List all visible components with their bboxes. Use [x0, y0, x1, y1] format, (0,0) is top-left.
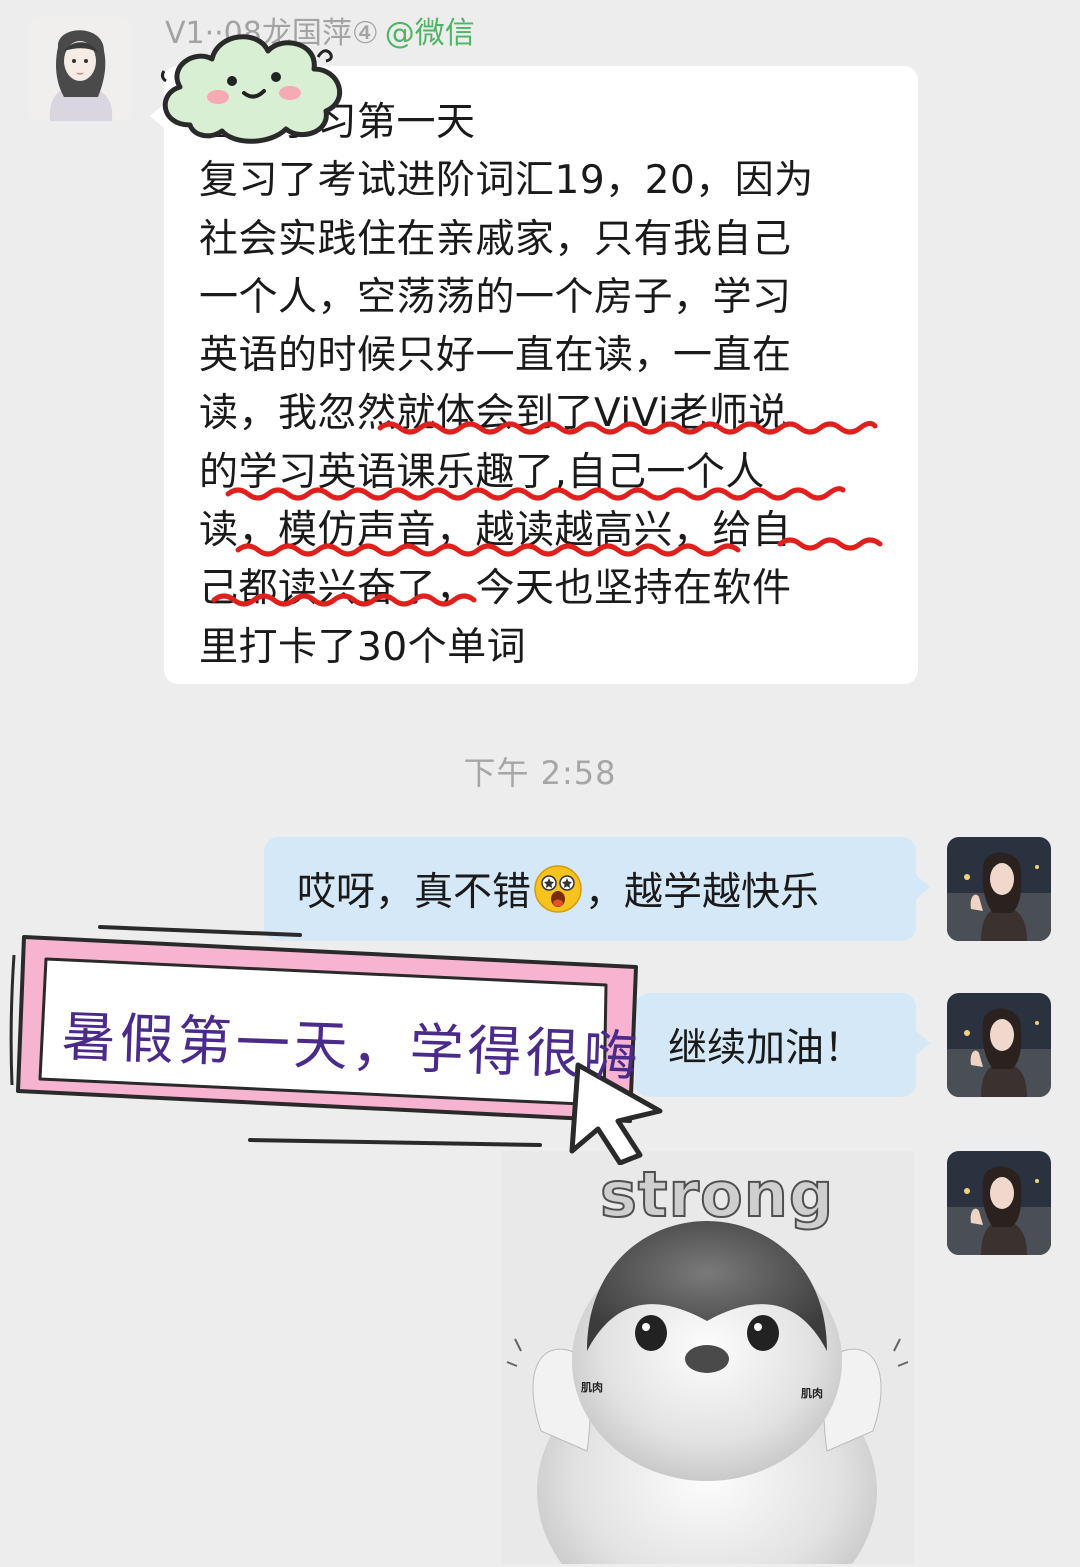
- incoming-message-bubble[interactable]: 暑假学习第一天 复习了考试进阶词汇19，20，因为 社会实践住在亲戚家，只有我自…: [150, 66, 918, 684]
- smiling-cloud-sticker-icon: [160, 34, 343, 144]
- message-line: 读，模仿声音，越读越高兴，给自: [199, 508, 792, 554]
- message-text: 继续加油！: [668, 1026, 864, 1071]
- muscle-label-left: 肌肉: [581, 1381, 603, 1394]
- my-avatar[interactable]: [947, 993, 1051, 1097]
- sender-avatar[interactable]: [28, 17, 132, 121]
- message-line: 的学习英语课乐趣了,自己一个人: [199, 449, 765, 495]
- wechat-source-label: @微信: [384, 16, 475, 51]
- message-line: 复习了考试进阶词汇19，20，因为: [199, 158, 814, 204]
- star-struck-emoji-icon: [534, 865, 582, 913]
- message-line: 一个人，空荡荡的一个房子，学习: [199, 274, 792, 320]
- my-avatar[interactable]: [947, 1151, 1051, 1255]
- message-line: 英语的时候只好一直在读，一直在: [199, 333, 792, 379]
- message-line: 己都读兴奋了，今天也坚持在软件: [199, 566, 792, 612]
- message-text: 哎呀，真不错: [297, 870, 532, 915]
- message-line: 读，我忽然就体会到了ViVi老师说: [199, 391, 788, 437]
- my-avatar[interactable]: [947, 837, 1051, 941]
- message-line: 社会实践住在亲戚家，只有我自己: [199, 216, 792, 262]
- message-line: 里打卡了30个单词: [199, 624, 527, 670]
- message-text: ，越学越快乐: [585, 870, 820, 915]
- timestamp-divider: 下午 2:58: [463, 754, 617, 792]
- sticker-caption: strong: [599, 1157, 835, 1232]
- muscle-label-right: 肌肉: [801, 1387, 823, 1400]
